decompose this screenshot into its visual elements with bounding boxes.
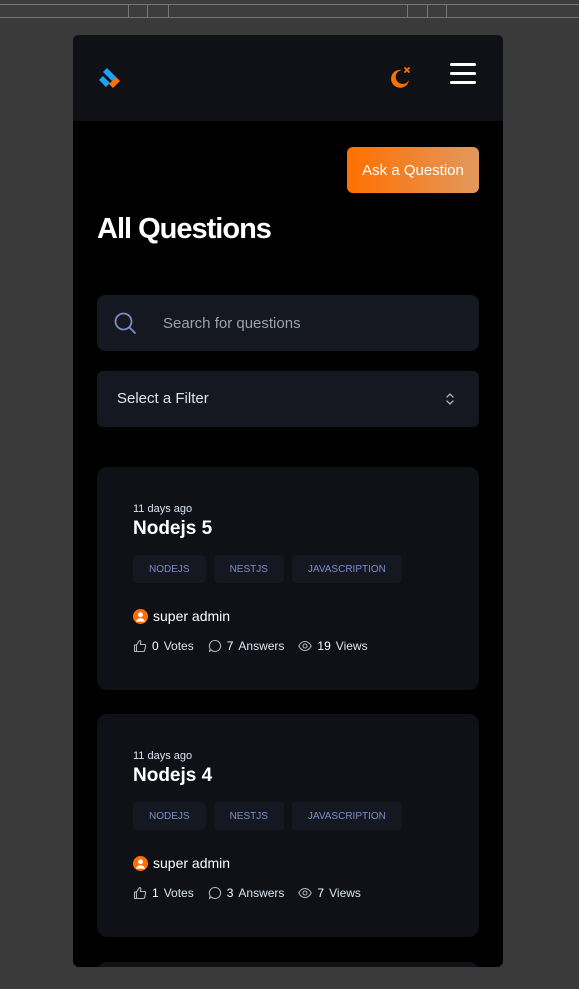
author-name: super admin xyxy=(153,608,231,624)
menu-line xyxy=(450,72,476,75)
tag-chip[interactable]: JAVASCRIPTION xyxy=(291,802,402,830)
search-bar[interactable] xyxy=(97,295,479,351)
window-ruler xyxy=(0,0,579,18)
navbar xyxy=(73,35,503,121)
filter-select-value: Select a Filter xyxy=(117,390,209,407)
views-count: 7 xyxy=(317,886,325,900)
votes-label: Votes xyxy=(163,886,194,900)
avatar xyxy=(133,608,148,624)
answers-label: Answers xyxy=(238,886,285,900)
answers-metric: 7 Answers xyxy=(208,639,285,653)
votes-count: 1 xyxy=(152,886,159,900)
author[interactable]: super admin xyxy=(133,608,230,624)
votes-metric: 1 Votes xyxy=(133,886,194,900)
tag-chip[interactable]: NODEJS xyxy=(133,555,206,583)
question-title[interactable]: Nodejs 4 xyxy=(133,765,212,787)
votes-count: 0 xyxy=(152,639,159,653)
question-time: 11 days ago xyxy=(133,503,193,515)
votes-label: Votes xyxy=(163,639,194,653)
views-metric: 19 Views xyxy=(298,639,368,653)
message-circle-icon xyxy=(208,639,221,653)
tag-list: NODEJS NESTJS JAVASCRIPTION xyxy=(133,802,402,830)
ruler-tick xyxy=(128,4,129,18)
ask-question-button[interactable]: Ask a Question xyxy=(347,147,479,193)
menu-line xyxy=(450,63,476,66)
question-card-peek xyxy=(97,962,479,967)
hamburger-menu-icon[interactable] xyxy=(450,63,476,87)
tag-chip[interactable]: NESTJS xyxy=(213,802,284,830)
views-metric: 7 Views xyxy=(298,886,361,900)
ruler-tick xyxy=(168,4,169,18)
search-icon xyxy=(114,312,136,334)
page-title: All Questions xyxy=(97,213,272,245)
eye-icon xyxy=(298,887,313,899)
filter-select[interactable]: Select a Filter xyxy=(97,371,479,427)
menu-line xyxy=(450,81,476,84)
mobile-viewport: Ask a Question All Questions Select a Fi… xyxy=(73,35,503,967)
question-time: 11 days ago xyxy=(133,750,193,762)
views-label: Views xyxy=(329,886,361,900)
ruler-tick xyxy=(427,4,428,18)
ruler-tick xyxy=(407,4,408,18)
answers-label: Answers xyxy=(238,639,285,653)
question-card: 11 days ago Nodejs 5 NODEJS NESTJS JAVAS… xyxy=(97,467,479,690)
devflow-logo-icon[interactable] xyxy=(97,67,121,89)
moon-icon[interactable] xyxy=(388,65,412,89)
answers-count: 3 xyxy=(226,886,234,900)
question-card: 11 days ago Nodejs 4 NODEJS NESTJS JAVAS… xyxy=(97,714,479,937)
thumbs-up-icon xyxy=(133,639,147,653)
chevron-up-down-icon xyxy=(446,393,454,405)
ruler-tick xyxy=(446,4,447,18)
question-metrics: 0 Votes 7 Answers 19 Views xyxy=(133,639,368,653)
answers-count: 7 xyxy=(226,639,234,653)
author-name: super admin xyxy=(153,855,231,871)
views-count: 19 xyxy=(317,639,331,653)
ruler-bar xyxy=(0,4,579,18)
tag-list: NODEJS NESTJS JAVASCRIPTION xyxy=(133,555,402,583)
tag-chip[interactable]: NESTJS xyxy=(213,555,284,583)
avatar xyxy=(133,855,148,871)
votes-metric: 0 Votes xyxy=(133,639,194,653)
eye-icon xyxy=(298,640,313,652)
author[interactable]: super admin xyxy=(133,855,230,871)
ruler-tick xyxy=(147,4,148,18)
search-input[interactable] xyxy=(163,309,463,337)
question-title[interactable]: Nodejs 5 xyxy=(133,518,212,540)
question-metrics: 1 Votes 3 Answers 7 Views xyxy=(133,886,361,900)
tag-chip[interactable]: JAVASCRIPTION xyxy=(291,555,402,583)
tag-chip[interactable]: NODEJS xyxy=(133,802,206,830)
thumbs-up-icon xyxy=(133,886,147,900)
message-circle-icon xyxy=(208,886,221,900)
answers-metric: 3 Answers xyxy=(208,886,285,900)
views-label: Views xyxy=(335,639,368,653)
